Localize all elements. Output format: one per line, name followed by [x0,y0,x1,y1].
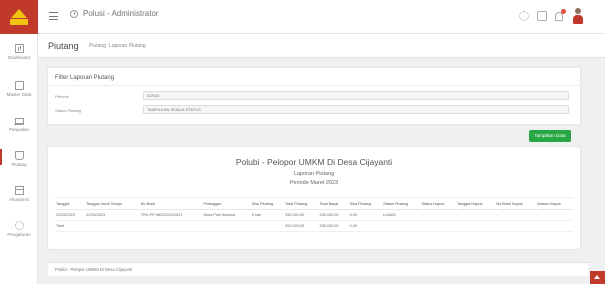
dashboard-icon [14,44,24,53]
table-total-row: Total 250.000,00 250.000,00 0,00 [55,220,573,232]
top-actions [519,8,585,24]
table-header-row: Tanggal Tanggal Jatuh Tempo No Bukti Pel… [55,197,573,210]
sidebar-item-akuntansi[interactable]: Akuntansi [0,186,38,202]
column-header: Tanggal [55,197,86,210]
table-row: 22/03/2023 22/06/2023 TRX-PP-08032023/20… [55,209,573,221]
table-cell: LUNAS [382,209,421,221]
column-header: Total Piutang [284,197,319,210]
column-header: Status Piutang [382,197,421,210]
report-title: Polubi - Pelopor UMKM Di Desa Cijayanti [235,157,393,167]
period-label: Periode [55,94,69,99]
filter-card: Filter Laporan Piutang Periode 3/2023 St… [48,68,580,124]
cart-icon [14,116,24,125]
sidebar-item-pengaturan[interactable]: Pengaturan [0,221,38,237]
status-select[interactable]: TAMPILKAN SEMUA STATUS [143,105,569,114]
column-header: No Bukti Hapus [495,197,537,210]
sidebar-item-master-data[interactable]: Master Data [0,81,38,97]
report-subtitle: Laporan Piutang [293,171,335,177]
settings-icon[interactable] [519,11,529,21]
table-cell: Shea Putri Adriana [202,209,251,221]
app-title-text: Polusi - Administrator [83,9,159,18]
show-data-button[interactable]: Tampilkan Data [529,130,571,142]
table-cell: 250.000,00 [318,209,349,221]
column-header: Sisa Piutang [348,197,383,210]
sidebar-item-penjualan[interactable]: Penjualan [0,116,38,132]
notification-badge [561,9,566,14]
master-data-icon [14,81,24,90]
column-header: Sisa Piutang [250,197,285,210]
sidebar-item-dashboard[interactable]: Dashboard [0,44,38,60]
column-header: Status Hapus [420,197,457,210]
breadcrumb: Piutang Laporan Piutang [89,43,146,49]
fullscreen-icon[interactable] [537,11,547,21]
table-cell: 0,00 [348,209,383,221]
sidebar-item-label: Dashboard [7,55,30,60]
total-piutang: 250.000,00 [284,220,319,232]
report-table: Tanggal Tanggal Jatuh Tempo No Bukti Pel… [55,197,573,232]
app-title: Polusi - Administrator [70,9,159,18]
sidebar-item-label: Akuntansi [9,197,29,202]
notification-icon[interactable] [555,9,566,21]
menu-toggle-icon[interactable] [49,12,58,20]
report-period: Periode Maret 2023 [289,180,339,186]
sidebar: Dashboard Master Data Penjualan Piutang … [0,34,38,284]
column-header: No Bukti [139,197,203,210]
column-header: Pelanggan [202,197,251,210]
sidebar-item-label: Master Data [6,92,32,97]
column-header: Alasan Hapus [536,197,573,210]
table-cell: 22/03/2023 [55,209,86,221]
report-card: Polubi - Pelopor UMKM Di Desa Cijayanti … [48,147,580,249]
table-cell: - [495,209,537,221]
logo-icon [10,9,28,25]
table-cell: - [536,209,573,221]
column-header: Tanggal Hapus [456,197,496,210]
table-cell: 22/06/2023 [85,209,140,221]
settings-icon [14,221,24,230]
scroll-top-button[interactable] [590,271,605,284]
table-cell: TRX-PP-08032023/2021 [139,209,203,221]
column-header: Tanggal Jatuh Tempo [85,197,140,210]
table-cell: - [456,209,496,221]
bag-icon [14,151,24,160]
total-bayar: 250.000,00 [318,220,349,232]
sidebar-item-piutang[interactable]: Piutang [0,149,38,167]
column-header: Total Bayar [318,197,349,210]
table-cell: 250.000,00 [284,209,319,221]
footer: Polubi - Pelopor UMKM Di Desa Cijayanti [48,262,588,276]
period-select[interactable]: 3/2023 [143,91,569,100]
breadcrumb-item[interactable]: Piutang [89,43,106,49]
app-logo[interactable] [0,0,38,34]
breadcrumb-item: Laporan Piutang [108,43,146,49]
table-cell: 3 hari [250,209,285,221]
archive-icon [14,186,24,195]
sidebar-item-label: Penjualan [8,127,30,132]
sidebar-item-label: Pengaturan [7,232,31,237]
page-header: Piutang Piutang Laporan Piutang [38,34,605,58]
status-label: Status Piutang [55,108,82,113]
filter-title: Filter Laporan Piutang [55,75,115,81]
page-title: Piutang [48,41,79,51]
clock-icon [70,9,78,18]
table-cell: - [420,209,457,221]
divider [48,85,580,86]
user-avatar[interactable] [571,8,585,24]
total-sisa: 0,00 [348,220,383,232]
sidebar-item-label: Piutang [11,162,27,167]
top-bar: Polusi - Administrator [0,0,605,34]
total-label: Total [55,220,86,232]
